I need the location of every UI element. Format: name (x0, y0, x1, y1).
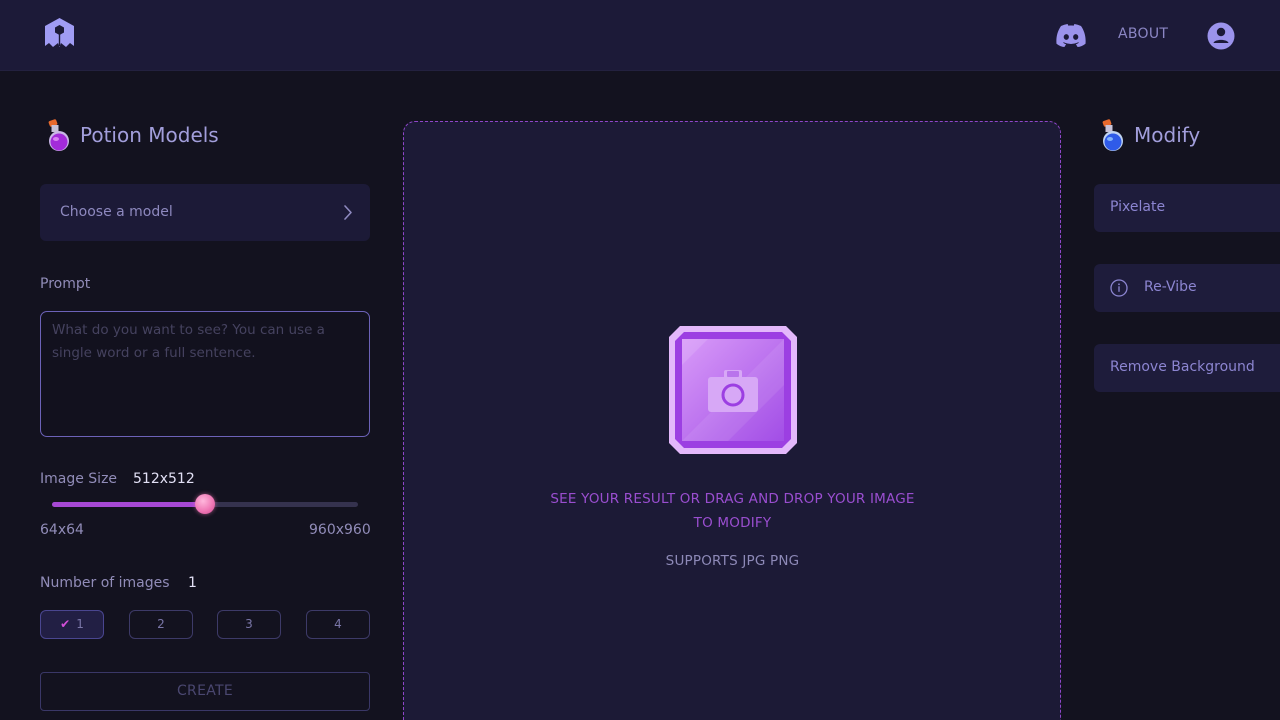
image-size-value: 512x512 (133, 471, 195, 487)
choose-model-label: Choose a model (60, 204, 173, 220)
check-icon: ✔ (60, 617, 71, 631)
potion-house-logo-icon[interactable] (43, 17, 76, 49)
dropzone-message: SEE YOUR RESULT OR DRAG AND DROP YOUR IM… (550, 491, 915, 531)
camera-gem-icon (669, 326, 797, 454)
image-count-option-3[interactable]: 3 (217, 610, 281, 639)
image-size-max-label: 960x960 (309, 522, 371, 538)
potion-models-title: Potion Models (80, 123, 219, 147)
image-count-option-label: 1 (76, 617, 84, 631)
image-count-option-1[interactable]: ✔ 1 (40, 610, 104, 639)
modify-title: Modify (1134, 123, 1201, 147)
number-of-images-label: Number of images (40, 575, 170, 591)
image-size-slider-fill (52, 502, 205, 507)
chevron-right-icon (344, 205, 352, 220)
remove-background-button[interactable]: Remove Background (1094, 344, 1280, 392)
image-count-option-2[interactable]: 2 (129, 610, 193, 639)
purple-potion-icon (48, 119, 69, 151)
supported-formats: SUPPORTS JPG PNG (665, 553, 800, 569)
choose-model-select[interactable]: Choose a model (40, 184, 370, 241)
image-count-option-4[interactable]: 4 (306, 610, 370, 639)
image-count-option-label: 2 (157, 617, 165, 631)
pixelate-label: Pixelate (1110, 199, 1166, 215)
create-button[interactable]: CREATE (40, 672, 370, 711)
image-count-option-label: 3 (245, 617, 253, 631)
prompt-input[interactable] (40, 311, 370, 437)
about-link[interactable]: ABOUT (1118, 26, 1168, 42)
remove-background-label: Remove Background (1110, 359, 1255, 375)
number-of-images-value: 1 (188, 575, 197, 591)
image-size-slider[interactable] (52, 494, 358, 514)
blue-potion-icon (1102, 119, 1123, 151)
top-nav-bar: ABOUT (0, 0, 1280, 71)
user-account-icon[interactable] (1207, 22, 1235, 50)
info-icon[interactable] (1110, 279, 1128, 297)
revibe-label: Re-Vibe (1144, 279, 1197, 295)
image-size-min-label: 64x64 (40, 522, 84, 538)
image-size-label: Image Size (40, 471, 118, 487)
revibe-button[interactable]: Re-Vibe (1094, 264, 1280, 312)
prompt-label: Prompt (40, 276, 91, 292)
image-size-slider-thumb[interactable] (195, 494, 215, 514)
discord-icon[interactable] (1056, 24, 1086, 47)
pixelate-button[interactable]: Pixelate (1094, 184, 1280, 232)
image-count-option-label: 4 (334, 617, 342, 631)
